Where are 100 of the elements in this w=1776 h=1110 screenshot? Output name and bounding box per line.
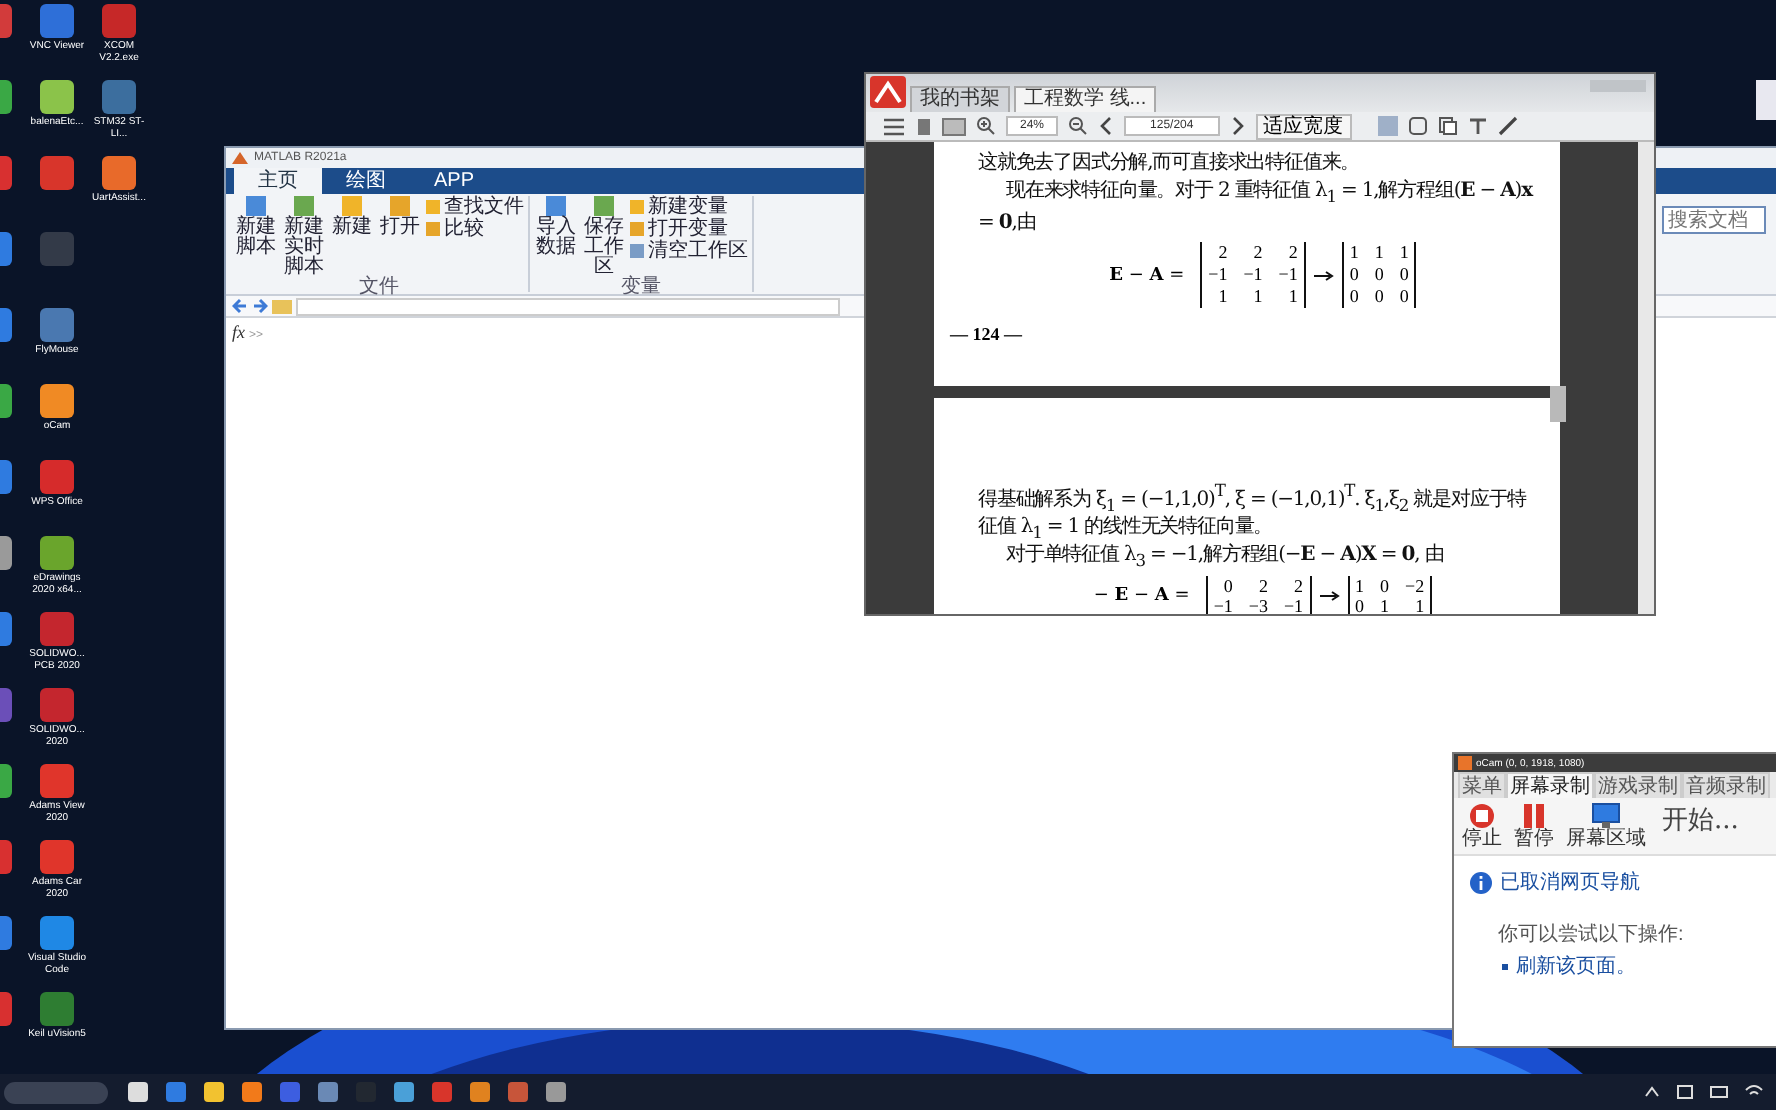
equation-label: − E − A = (1093, 586, 1190, 607)
ribbon-tab[interactable]: 绘图 (322, 168, 410, 194)
search-field[interactable] (4, 1081, 108, 1103)
app-icon[interactable] (40, 916, 74, 950)
taskbar-app-icon[interactable] (318, 1082, 338, 1102)
taskbar-app-icon[interactable] (204, 1082, 224, 1102)
next-page-icon[interactable] (1229, 116, 1246, 136)
matrix-entry: 2 (1292, 576, 1304, 597)
text-line: 得基础解系为 ξ$_{1}$ = (−1,1,0)$^{T}$, ξ = (−1,0,1)$^{T}$. ξ$_{1}$,ξ$_{2}$ 就是对应于特 (978, 478, 1527, 515)
matrix-entry: 0 (1349, 286, 1359, 308)
app-icon[interactable] (40, 764, 74, 798)
matrix-entry: 0 (1349, 264, 1359, 286)
matrix-entry: −1 (1213, 596, 1233, 614)
network-icon[interactable] (1676, 1084, 1694, 1100)
toolbar-button[interactable]: 查找文件 (426, 196, 524, 218)
matrix-entry: 0 (1374, 264, 1384, 286)
taskbar-app-icon[interactable] (470, 1082, 490, 1102)
toolbar-button[interactable]: 打开 (378, 196, 422, 278)
toolbar-button[interactable]: 比较 (426, 218, 524, 240)
wifi-icon[interactable] (1744, 1084, 1764, 1100)
keyboard-icon[interactable] (1710, 1084, 1728, 1100)
app-icon[interactable] (40, 156, 74, 190)
document-tab[interactable]: 我的书架 (910, 86, 1010, 112)
app-icon[interactable] (40, 612, 74, 646)
scrollbar[interactable] (1638, 142, 1654, 614)
matrix-entry: 1 (1251, 286, 1263, 308)
toolbar-button[interactable]: 暂停 (1514, 802, 1554, 850)
taskbar-app-icon[interactable] (432, 1082, 452, 1102)
section-label: 变量 (619, 278, 663, 298)
text-tool-icon[interactable] (1467, 116, 1488, 136)
ribbon-tab[interactable]: APP (410, 168, 498, 194)
toolbar-button[interactable]: 新建 (330, 196, 374, 278)
matrix-entry: −3 (1248, 596, 1268, 614)
app-icon[interactable] (40, 536, 74, 570)
matrix-entry: 2 (1216, 242, 1228, 264)
app-icon[interactable] (102, 4, 136, 38)
ribbon-tab[interactable]: 主页 (234, 168, 322, 194)
address-field[interactable] (296, 297, 840, 315)
message-text: 你可以尝试以下操作: (1498, 921, 1686, 948)
matrix-entry: 1 (1286, 286, 1298, 308)
app-icon[interactable] (40, 992, 74, 1026)
app-icon[interactable] (102, 80, 136, 114)
app-icon[interactable] (40, 688, 74, 722)
toolbar-button[interactable]: 清空工作区 (630, 240, 748, 262)
fit-dropdown[interactable]: 适应宽度 (1255, 113, 1352, 139)
toolbar-button[interactable]: 新建脚本 (234, 196, 278, 278)
toolbar-button[interactable]: 屏幕区域 (1566, 802, 1646, 850)
chevron-up-icon[interactable] (1644, 1086, 1660, 1098)
zoom-in-icon[interactable] (976, 116, 996, 136)
forward-arrow-icon[interactable] (252, 298, 268, 314)
function-hint[interactable]: fx (232, 322, 245, 342)
copy-icon[interactable] (1437, 116, 1458, 136)
zoom-out-icon[interactable] (1068, 116, 1089, 136)
back-arrow-icon[interactable] (232, 298, 248, 314)
matrix-entry: 1 (1374, 242, 1384, 264)
app-icon[interactable] (40, 80, 74, 114)
taskbar-app-icon[interactable] (166, 1082, 186, 1102)
app-icon[interactable] (40, 384, 74, 418)
single-page-icon[interactable] (916, 117, 932, 135)
taskbar-app-icon[interactable] (242, 1082, 262, 1102)
app-icon[interactable] (102, 156, 136, 190)
toolbar-button[interactable]: 导入数据 (534, 196, 578, 278)
matrix-entry: 1 (1413, 596, 1425, 614)
taskbar-app-icon[interactable] (280, 1082, 300, 1102)
right-arrow-icon (1313, 269, 1334, 281)
app-icon[interactable] (40, 308, 74, 342)
tab[interactable]: 音频录制 (1682, 772, 1770, 798)
tab[interactable]: 游戏录制 (1594, 772, 1682, 798)
document-tab[interactable]: 工程数学 线... (1014, 86, 1157, 112)
text-line: = 0,由 (978, 210, 1036, 238)
double-page-icon[interactable] (942, 117, 966, 135)
tab[interactable]: 菜单 (1458, 772, 1506, 798)
matrix-entry: 2 (1251, 242, 1263, 264)
pause-icon (1520, 802, 1548, 830)
toolbar-button[interactable]: 打开变量 (630, 218, 748, 240)
search-field[interactable]: 搜索文档 (1662, 206, 1766, 234)
taskbar-app-icon[interactable] (394, 1082, 414, 1102)
list-icon[interactable] (882, 117, 906, 135)
matrix-entry: −1 (1283, 596, 1304, 614)
toolbar-button[interactable]: 新建实时脚本 (282, 196, 326, 278)
toolbar-button[interactable]: 新建变量 (630, 196, 748, 218)
taskbar-app-icon[interactable] (128, 1082, 148, 1102)
toolbar-button[interactable]: 停止 (1462, 802, 1502, 850)
toolbar-button[interactable]: 保存工作区 (582, 196, 626, 278)
tab[interactable]: 屏幕录制 (1506, 772, 1594, 798)
matrix-entry: 1 (1349, 242, 1359, 264)
previous-page-icon[interactable] (1098, 116, 1115, 136)
matrix-entry: 1 (1355, 576, 1365, 597)
pen-icon[interactable] (1497, 116, 1518, 136)
app-logo-icon (1458, 756, 1472, 770)
taskbar-app-icon[interactable] (546, 1082, 566, 1102)
matrix-entry: 1 (1216, 286, 1228, 308)
app-icon[interactable] (40, 460, 74, 494)
matrix-entry: 1 (1399, 242, 1409, 264)
app-icon[interactable] (40, 4, 74, 38)
matrix-entry: 0 (1380, 576, 1390, 597)
refresh-link[interactable]: 刷新该页面。 (1516, 952, 1636, 980)
app-icon[interactable] (40, 840, 74, 874)
matrix-entry: −1 (1278, 264, 1298, 286)
taskbar-app-icon[interactable] (508, 1082, 528, 1102)
